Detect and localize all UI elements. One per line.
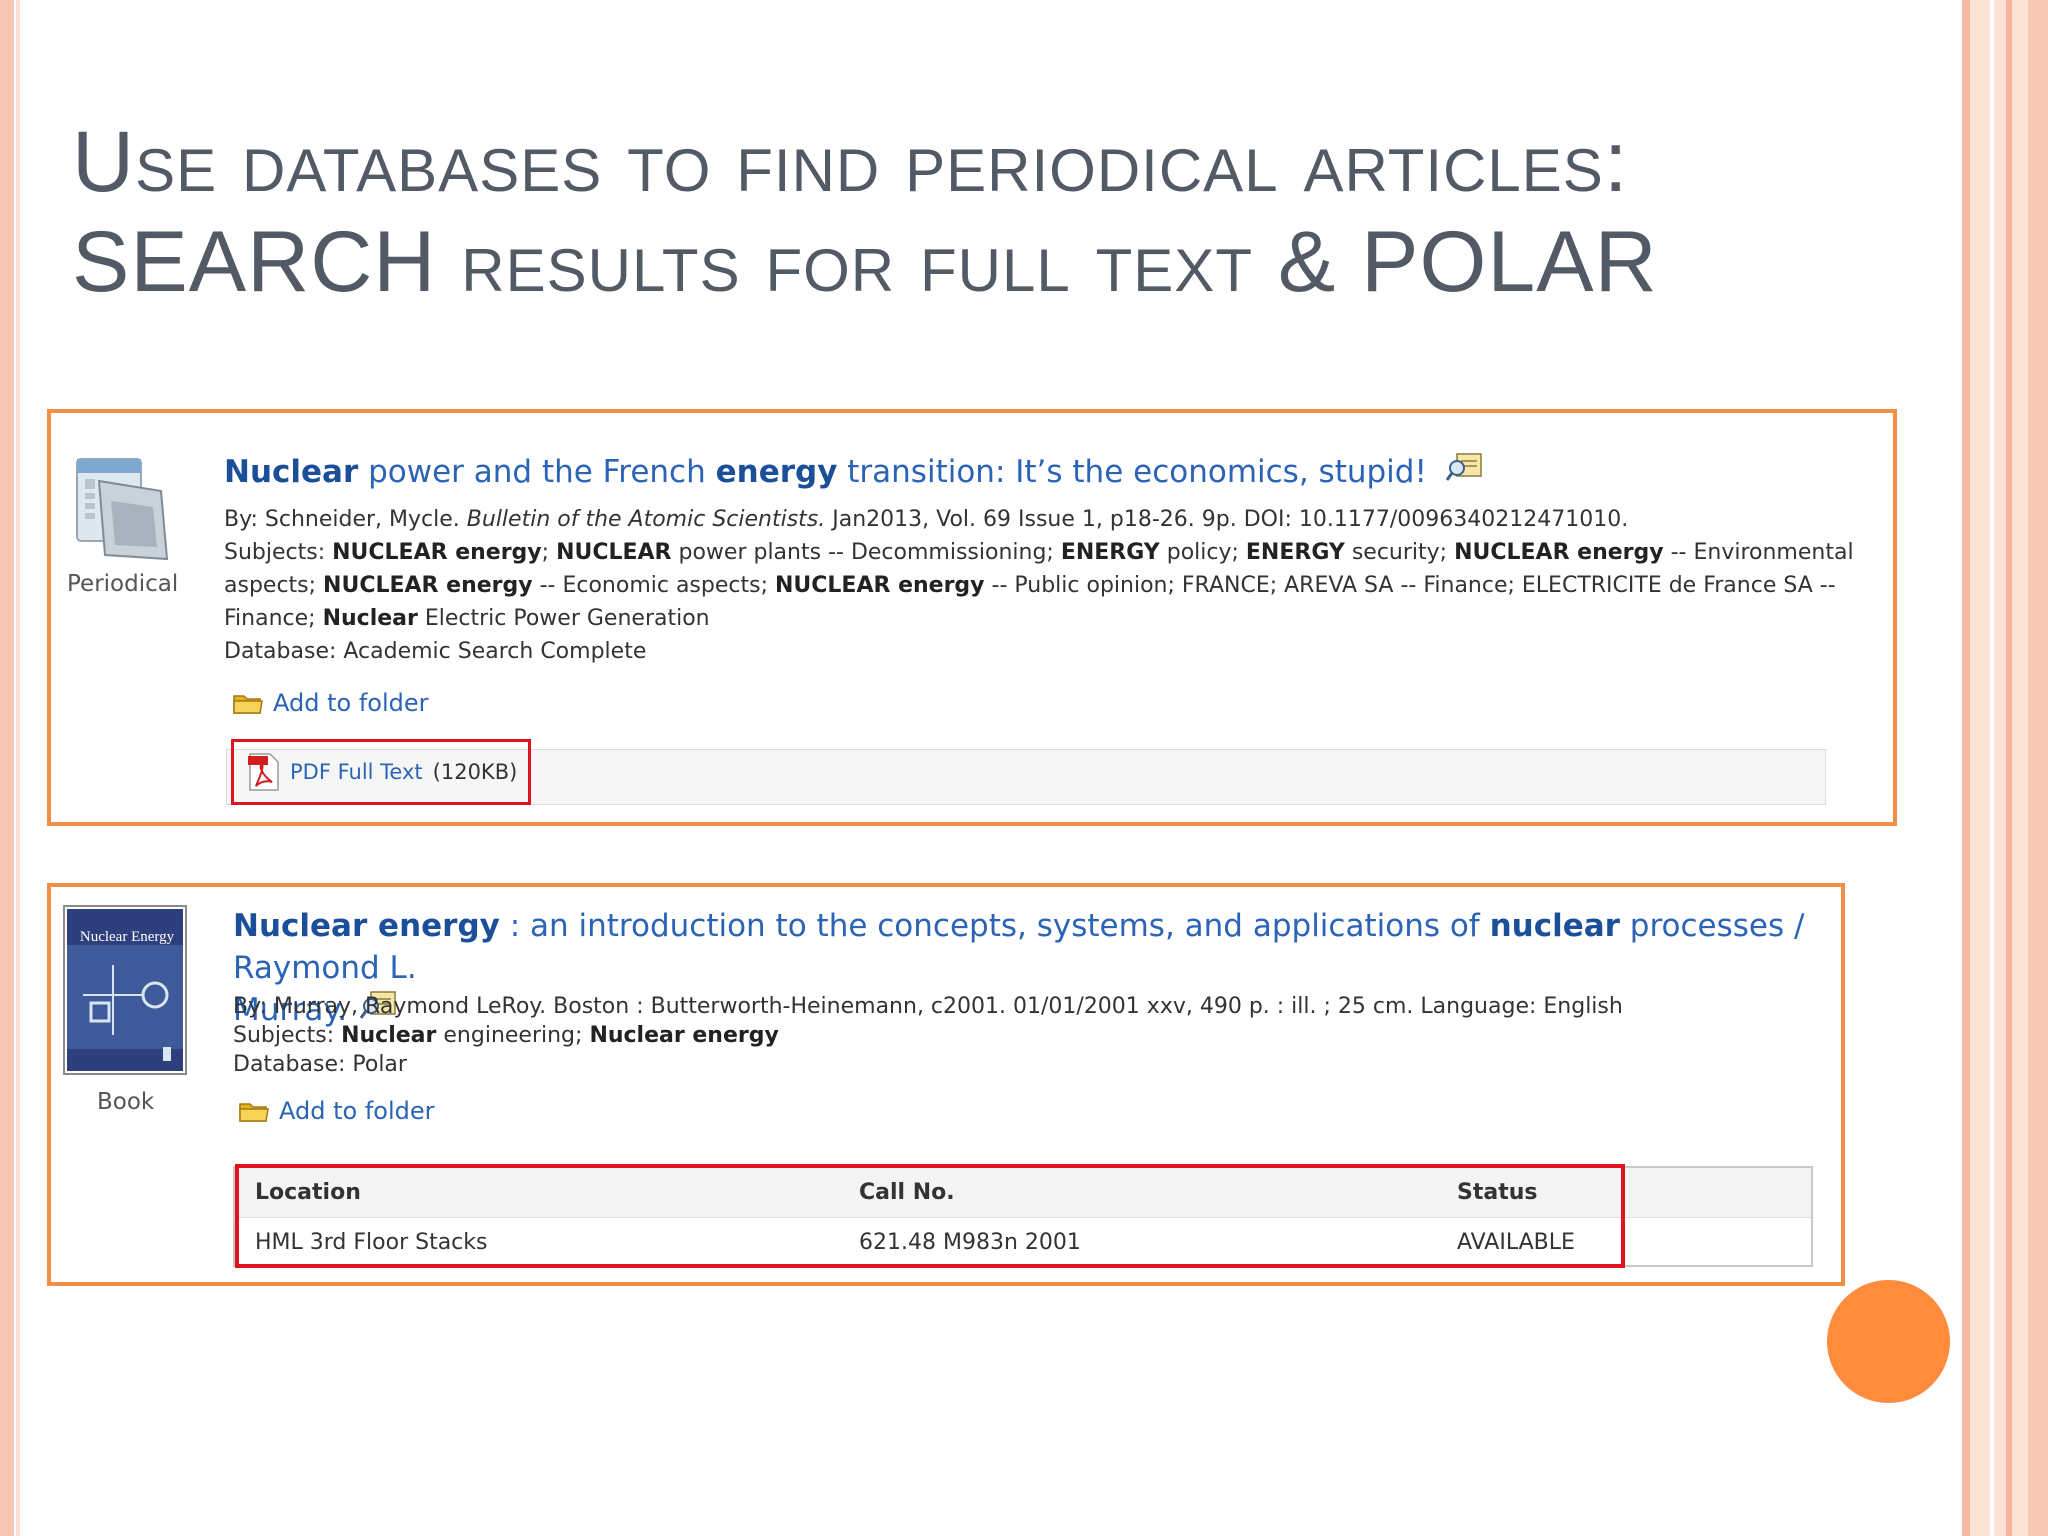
add-to-folder-label: Add to folder — [273, 689, 429, 717]
title-highlight: Nuclear energy — [233, 908, 500, 944]
byline: By: Schneider, Mycle. Bulletin of the At… — [224, 507, 1629, 532]
pdf-full-text-link[interactable]: PDF Full Text (120KB) — [231, 739, 531, 805]
title-highlight: Nuclear — [224, 454, 359, 490]
holdings-highlight-box — [235, 1164, 1625, 1268]
subjects-line: aspects; NUCLEAR energy -- Economic aspe… — [224, 573, 1836, 598]
left-border-stripe — [0, 0, 14, 1536]
database-label: Database: Academic Search Complete — [224, 639, 647, 664]
search-result-periodical: Periodical Nuclear power and the French … — [47, 409, 1897, 826]
pdf-file-size: (120KB) — [432, 760, 518, 784]
right-border-edge — [2028, 0, 2048, 1536]
folder-icon — [233, 695, 263, 714]
subjects-line: Finance; Nuclear Electric Power Generati… — [224, 606, 710, 631]
title-text: transition: It’s the economics, stupid! — [837, 454, 1427, 490]
right-border-gap — [1990, 0, 1994, 1536]
title-highlight: energy — [715, 454, 838, 490]
title-text: : an introduction to the concepts, syste… — [499, 908, 1490, 944]
slide-title: Use databases to find periodical article… — [72, 112, 1922, 312]
database-label: Database: Polar — [233, 1052, 407, 1077]
result-details: By: Murray, Raymond LeRoy. Boston : Butt… — [233, 992, 1833, 1079]
pdf-full-text-label: PDF Full Text — [290, 760, 423, 784]
slide-title-line1: Use databases to find periodical article… — [72, 114, 1629, 210]
add-to-folder-link[interactable]: Add to folder — [233, 689, 428, 717]
book-cover-title: Nuclear Energy — [79, 929, 175, 945]
periodical-icon — [69, 451, 177, 576]
pdf-icon — [248, 753, 279, 791]
result-details: By: Schneider, Mycle. Bulletin of the At… — [224, 503, 1884, 668]
preview-icon[interactable] — [1445, 452, 1483, 495]
result-title-link[interactable]: Nuclear power and the French energy tran… — [224, 451, 1874, 495]
add-to-folder-link[interactable]: Add to folder — [239, 1097, 434, 1125]
title-highlight: nuclear — [1489, 908, 1620, 944]
book-cover-image[interactable]: Nuclear Energy — [63, 905, 187, 1080]
journal-name: Bulletin of the Atomic Scientists. — [466, 507, 826, 532]
subjects-line: Subjects: NUCLEAR energy; NUCLEAR power … — [224, 540, 1854, 565]
right-border-line — [2006, 0, 2012, 1536]
left-border-line — [16, 0, 20, 1536]
title-text: power and the French — [358, 454, 716, 490]
byline: By: Murray, Raymond LeRoy. Boston : Butt… — [233, 994, 1623, 1019]
add-to-folder-label: Add to folder — [279, 1097, 435, 1125]
result-type-label: Periodical — [67, 571, 179, 597]
result-type-label: Book — [97, 1089, 155, 1115]
decorative-circle — [1827, 1280, 1950, 1403]
right-border-line — [1962, 0, 1970, 1536]
folder-icon — [239, 1103, 269, 1122]
search-result-book: Nuclear Energy Book Nuclear energy : an … — [47, 883, 1845, 1286]
slide-title-line2: SEARCH results for full text & POLAR — [72, 214, 1658, 310]
subjects-line: Subjects: Nuclear engineering; Nuclear e… — [233, 1023, 779, 1048]
